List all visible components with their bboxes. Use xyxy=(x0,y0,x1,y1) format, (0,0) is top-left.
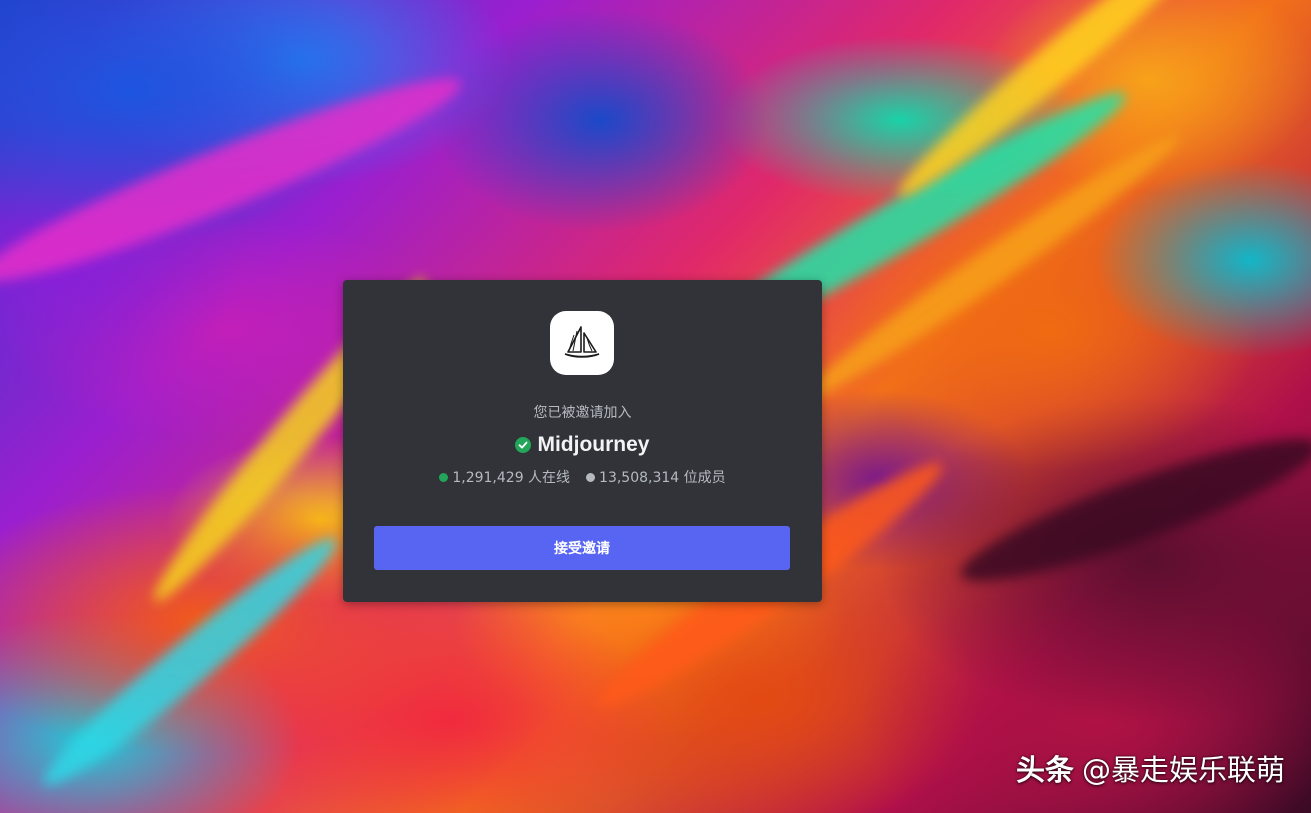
invite-card: 您已被邀请加入 Midjourney 1,291,429 人在线 13,508,… xyxy=(343,280,822,602)
sailboat-icon xyxy=(564,326,600,358)
online-dot-icon xyxy=(439,472,449,482)
online-count: 1,291,429 人在线 xyxy=(452,470,571,486)
verified-check-icon xyxy=(515,437,532,453)
member-dot-icon xyxy=(586,472,596,482)
online-stat: 1,291,429 人在线 xyxy=(439,467,570,487)
watermark: 头条 @暴走娱乐联萌 xyxy=(1016,747,1285,789)
member-count: 13,508,314 位成员 xyxy=(599,470,726,486)
invited-label: 您已被邀请加入 xyxy=(533,405,632,421)
watermark-brand: 头条 xyxy=(1015,753,1074,787)
server-stats: 1,291,429 人在线 13,508,314 位成员 xyxy=(343,467,822,487)
server-name: Midjourney xyxy=(537,433,650,456)
server-logo xyxy=(550,311,614,375)
server-title-row: Midjourney xyxy=(343,430,822,460)
member-stat: 13,508,314 位成员 xyxy=(586,467,726,487)
watermark-handle: @暴走娱乐联萌 xyxy=(1081,753,1285,787)
accept-invite-button[interactable]: 接受邀请 xyxy=(374,526,790,570)
